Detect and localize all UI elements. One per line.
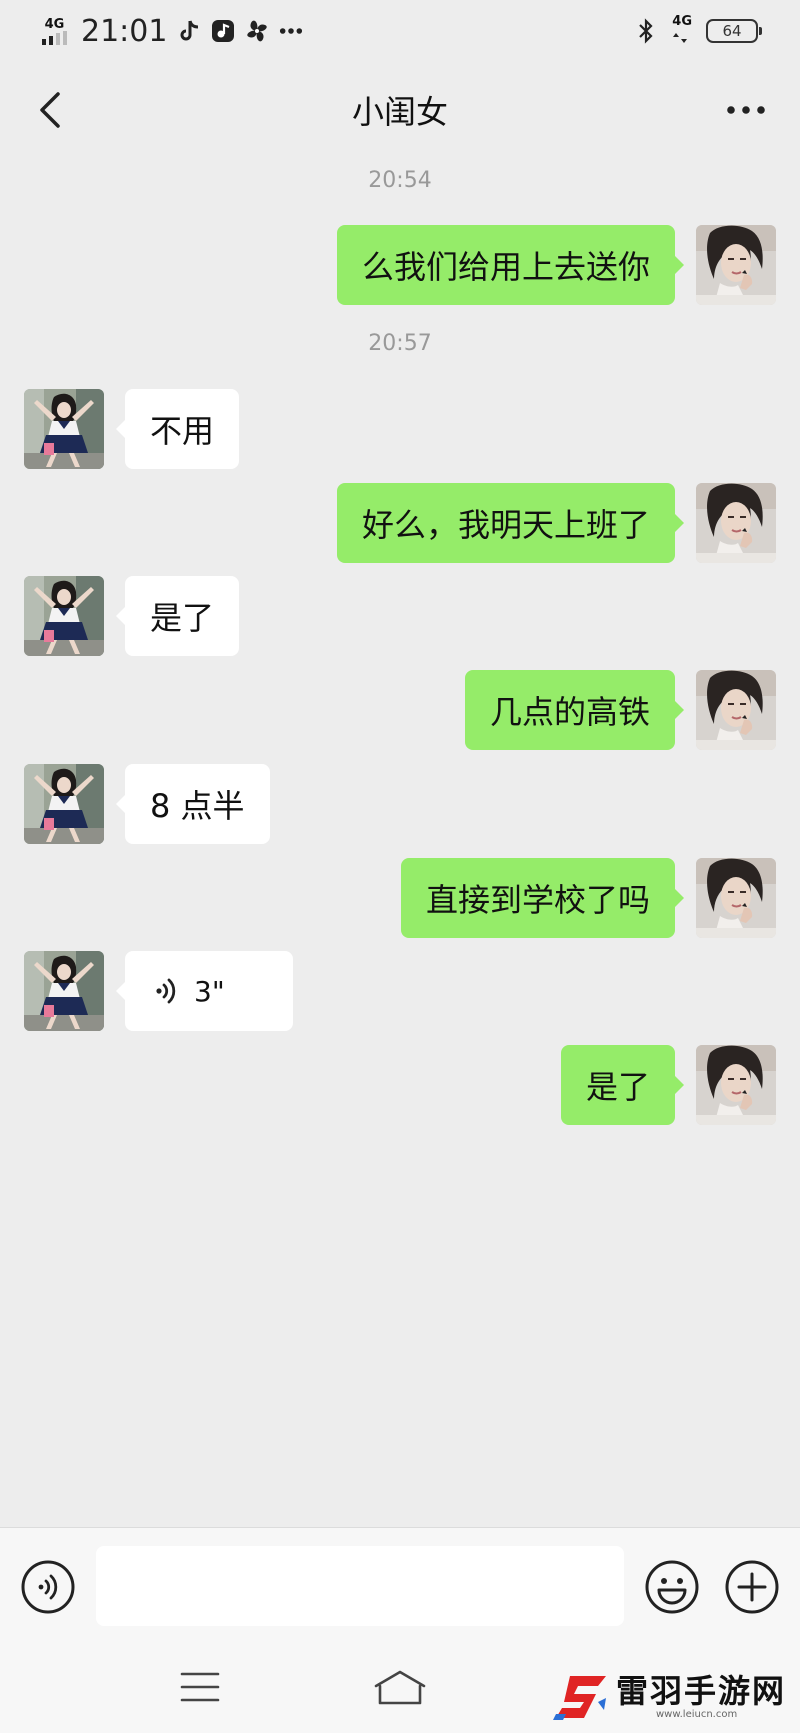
- avatar-self-image: [696, 670, 776, 750]
- avatar-contact-image: [24, 764, 104, 844]
- more-dots-icon: [279, 19, 303, 43]
- avatar-contact-image: [24, 951, 104, 1031]
- avatar-contact[interactable]: [24, 764, 104, 844]
- tiktok-icon: [177, 19, 201, 43]
- home-button[interactable]: [372, 1663, 428, 1711]
- more-options-button[interactable]: [722, 86, 770, 134]
- watermark-title: 雷羽手游网: [616, 1672, 787, 1710]
- input-bar: [0, 1527, 800, 1645]
- network-type-left: 4G: [44, 16, 65, 32]
- message-row-received: 不用: [0, 389, 800, 469]
- message-bubble[interactable]: 直接到学校了吗: [400, 858, 685, 938]
- chat-title: 小闺女: [351, 93, 448, 131]
- avatar-self[interactable]: [696, 670, 776, 750]
- message-input[interactable]: [96, 1546, 624, 1626]
- voice-wave-icon: [150, 974, 184, 1008]
- menu-icon: [180, 1672, 220, 1702]
- avatar-contact[interactable]: [24, 389, 104, 469]
- avatar-self[interactable]: [696, 483, 776, 563]
- message-bubble[interactable]: 8 点半: [116, 764, 270, 844]
- battery-indicator: 64: [706, 19, 762, 43]
- signal-indicator: 4G: [42, 18, 67, 45]
- chat-messages[interactable]: 20:54 么我们给用上去送你 20:57 不用 好么，我明天上班了 是了 几点…: [0, 158, 800, 1528]
- voice-mode-icon: [21, 1560, 75, 1614]
- chat-header: 小闺女: [0, 62, 800, 158]
- status-bar: 4G 21:01 4G 64: [0, 0, 800, 62]
- more-horizontal-icon: [727, 106, 765, 114]
- status-left: 4G 21:01: [42, 14, 303, 49]
- message-row-sent: 么我们给用上去送你: [0, 225, 800, 305]
- timestamp: 20:57: [368, 331, 432, 356]
- message-row-received: 8 点半: [0, 764, 800, 844]
- avatar-contact[interactable]: [24, 576, 104, 656]
- menu-button[interactable]: [172, 1663, 228, 1711]
- avatar-contact[interactable]: [24, 951, 104, 1031]
- avatar-self[interactable]: [696, 225, 776, 305]
- avatar-self[interactable]: [696, 1045, 776, 1125]
- signal-indicator-right: 4G: [672, 15, 692, 47]
- pinwheel-icon: [245, 19, 269, 43]
- message-bubble[interactable]: 几点的高铁: [464, 670, 685, 750]
- avatar-self[interactable]: [696, 858, 776, 938]
- message-bubble[interactable]: 不用: [115, 389, 240, 469]
- plus-circle-icon: [725, 1560, 779, 1614]
- music-app-icon: [211, 19, 235, 43]
- data-arrows-icon: [673, 33, 688, 43]
- avatar-self-image: [696, 858, 776, 938]
- avatar-self-image: [696, 225, 776, 305]
- battery-level: 64: [722, 22, 742, 40]
- message-row-received: 3": [0, 951, 800, 1031]
- message-bubble[interactable]: 么我们给用上去送你: [336, 225, 685, 305]
- emoji-button[interactable]: [644, 1559, 700, 1615]
- voice-duration: 3": [194, 974, 225, 1008]
- watermark: 雷羽手游网 www.leiucn.com: [552, 1666, 796, 1728]
- status-time: 21:01: [81, 13, 168, 49]
- watermark-url: www.leiucn.com: [656, 1709, 738, 1720]
- message-row-sent: 好么，我明天上班了: [0, 483, 800, 563]
- bluetooth-icon: [634, 18, 658, 44]
- network-type-right: 4G: [672, 14, 692, 29]
- more-functions-button[interactable]: [724, 1559, 780, 1615]
- message-row-sent: 是了: [0, 1045, 800, 1125]
- voice-message-bubble[interactable]: 3": [116, 951, 293, 1031]
- timestamp: 20:54: [368, 168, 432, 193]
- message-bubble[interactable]: 是了: [560, 1045, 685, 1125]
- message-bubble[interactable]: 是了: [115, 576, 240, 656]
- message-bubble[interactable]: 好么，我明天上班了: [336, 483, 685, 563]
- watermark-logo-icon: [553, 1676, 606, 1720]
- home-icon: [374, 1670, 426, 1705]
- voice-mode-button[interactable]: [20, 1559, 76, 1615]
- avatar-self-image: [696, 483, 776, 563]
- emoji-icon: [645, 1560, 699, 1614]
- signal-bars-icon: [42, 30, 67, 45]
- chevron-left-icon: [40, 92, 60, 128]
- message-row-sent: 几点的高铁: [0, 670, 800, 750]
- avatar-self-image: [696, 1045, 776, 1125]
- avatar-contact-image: [24, 576, 104, 656]
- status-right: 4G 64: [634, 15, 762, 47]
- avatar-contact-image: [24, 389, 104, 469]
- message-row-received: 是了: [0, 576, 800, 656]
- back-button[interactable]: [26, 86, 74, 134]
- message-row-sent: 直接到学校了吗: [0, 858, 800, 938]
